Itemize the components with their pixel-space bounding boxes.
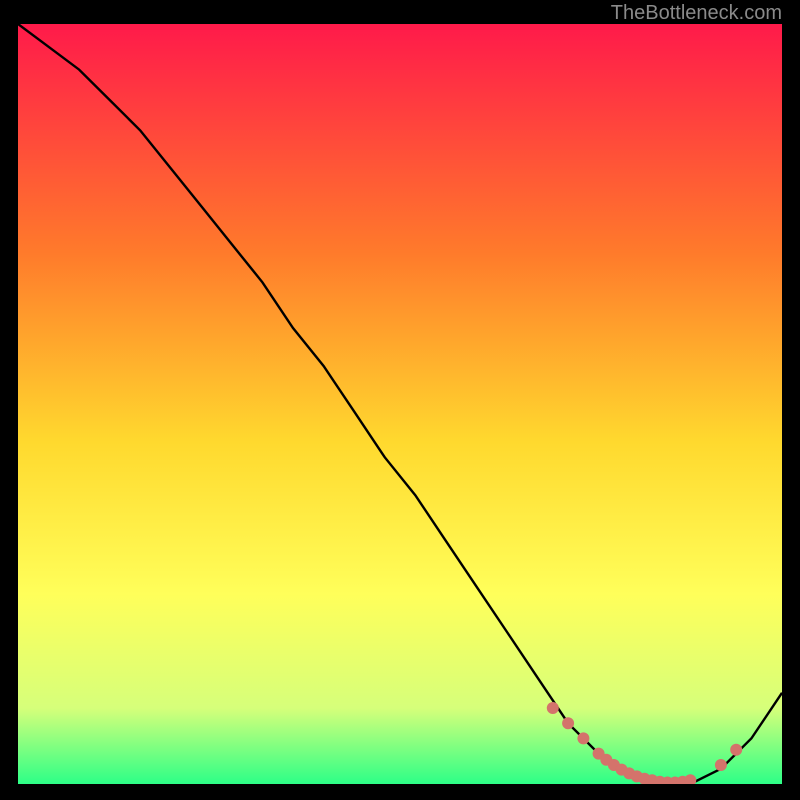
plot-area	[18, 24, 782, 784]
marker-dot	[547, 702, 559, 714]
marker-dot	[562, 717, 574, 729]
marker-dot	[577, 732, 589, 744]
gradient-background	[18, 24, 782, 784]
marker-dot	[730, 744, 742, 756]
marker-dot	[715, 759, 727, 771]
attribution-label: TheBottleneck.com	[611, 2, 782, 25]
chart-frame: TheBottleneck.com	[0, 0, 800, 800]
chart-svg	[18, 24, 782, 784]
